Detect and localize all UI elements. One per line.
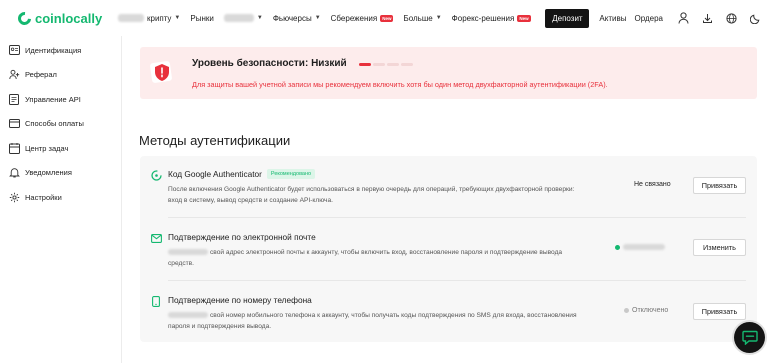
bind-phone-button[interactable]: Привязать [693,303,746,320]
user-icon[interactable] [671,12,695,24]
security-level-segment [359,63,371,66]
chevron-down-icon: ▼ [256,15,263,21]
main-nav: криптy ▼ Рынки ▼ Фьючерсы ▼ Сбережения N… [118,14,541,23]
support-chat-button[interactable] [734,322,765,353]
nav-futures[interactable]: Фьючерсы ▼ [273,14,321,23]
nav-more[interactable]: Больше ▼ [403,14,441,23]
method-phone: Подтверждение по номеру телефона свой но… [150,295,747,340]
bind-authenticator-button[interactable]: Привязать [693,177,746,194]
blurred-text [168,249,208,256]
methods-title: Методы аутентификации [139,133,291,148]
sidebar-item-api[interactable]: Управление API [0,87,121,112]
card-icon [8,118,20,130]
new-badge: New [380,14,394,22]
method-title: Код Google Authenticator [168,169,262,179]
change-email-button[interactable]: Изменить [693,239,746,256]
nav-savings[interactable]: Сбережения New [331,14,394,23]
sidebar-item-identification[interactable]: Идентификация [0,38,121,63]
sidebar-item-notifications[interactable]: Уведомления [0,161,121,186]
security-warning: Уровень безопасности: Низкий Для защиты … [140,47,757,99]
method-description: свой номер мобильного телефона к аккаунт… [168,312,577,330]
authenticator-icon [150,169,162,181]
recommended-badge: Рекомендовано [266,169,316,179]
phone-icon [150,295,162,307]
security-level-title: Уровень безопасности: Низкий [192,58,347,69]
method-description: После включения Google Authenticator буд… [168,186,575,204]
sidebar: Идентификация Реферал Управление API Спо… [0,36,122,363]
id-card-icon [8,44,20,56]
nav-markets[interactable]: Рынки [190,14,213,23]
method-title: Подтверждение по электронной почте [168,232,316,242]
gear-icon [8,191,20,203]
security-level-bar [359,63,413,66]
brand-logo[interactable]: coinlocally [15,8,118,28]
method-email: Подтверждение по электронной почте свой … [150,232,747,282]
shield-warning-icon [150,59,174,85]
security-level-segment [401,63,413,66]
nav-crypto[interactable]: криптy ▼ [118,14,180,23]
security-level-segment [373,63,385,66]
logo-icon [15,8,34,28]
method-title: Подтверждение по номеру телефона [168,295,312,305]
method-status: Отключено [624,307,668,314]
chevron-down-icon: ▼ [314,15,321,21]
method-status: Не связано [634,181,671,188]
deposit-button[interactable]: Депозит [545,8,590,28]
api-icon [8,93,20,105]
method-status [615,244,665,250]
bell-icon [8,167,20,179]
chevron-down-icon: ▼ [174,15,181,21]
blurred-text [118,14,144,22]
sidebar-item-payment[interactable]: Способы оплаты [0,112,121,137]
status-dot [624,308,629,313]
nav-right: Депозит Активы Ордера [545,0,775,36]
tasks-icon [8,142,20,154]
blurred-text [168,312,208,319]
methods-card: Код Google Authenticator Рекомендовано П… [140,156,757,342]
status-dot [615,244,620,250]
blurred-email [623,244,665,250]
referral-icon [8,69,20,81]
method-description: свой адрес электронной почты к аккаунту,… [168,249,563,267]
security-warning-text: Для защиты вашей учетной записи мы реком… [192,80,608,89]
method-google-authenticator: Код Google Authenticator Рекомендовано П… [150,169,747,219]
download-icon[interactable] [695,13,719,24]
chevron-down-icon: ▼ [435,15,442,21]
moon-icon[interactable] [743,13,767,24]
new-badge: New [517,14,531,22]
blurred-text [223,14,254,22]
orders-link[interactable]: Ордера [634,14,663,23]
top-nav: coinlocally криптy ▼ Рынки ▼ Фьючерсы ▼ … [0,0,775,36]
security-level-segment [387,63,399,66]
sidebar-item-settings[interactable]: Настройки [0,185,121,210]
divider [168,217,746,218]
divider [168,280,746,281]
globe-icon[interactable] [719,12,743,24]
chat-icon [741,330,758,345]
sidebar-item-tasks[interactable]: Центр задач [0,136,121,161]
assets-link[interactable]: Активы [599,14,626,23]
sidebar-item-referral[interactable]: Реферал [0,63,121,88]
nav-hidden[interactable]: ▼ [223,14,263,22]
email-icon [150,232,162,244]
nav-forex[interactable]: Форекс-решения New [452,14,531,23]
